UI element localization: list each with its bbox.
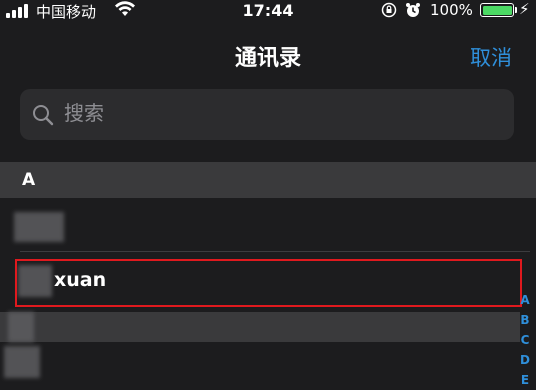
alarm-icon [406,3,420,17]
blurred-contact-name [8,312,34,342]
battery-percentage: 100% [430,1,473,19]
index-letter-d[interactable]: D [518,350,532,370]
alphabet-index[interactable]: A B C D E [518,290,532,390]
section-letter: A [22,170,36,190]
index-letter-c[interactable]: C [518,330,532,350]
page-title: 通讯录 [234,46,301,71]
battery-cap [515,7,517,13]
rotation-lock-icon [381,2,397,18]
battery-icon [480,3,514,17]
blurred-contact-name [14,212,64,242]
battery-fill [482,5,512,15]
index-letter-e[interactable]: E [518,370,532,390]
blurred-contact-name [4,346,40,378]
index-letter-b[interactable]: B [518,310,532,330]
section-header-a: A [0,162,536,198]
search-bar[interactable] [20,89,514,140]
contact-name: xuan [54,269,107,291]
status-bar: 中国移动 17:44 100% ⚡ [0,0,536,22]
contact-row[interactable] [0,342,520,382]
search-icon [33,105,54,126]
contact-row[interactable] [0,312,520,342]
index-letter-a[interactable]: A [518,290,532,310]
search-input[interactable] [62,100,466,126]
contact-row[interactable] [0,198,520,252]
row-divider [20,251,530,252]
charging-bolt-icon: ⚡ [519,0,530,18]
cancel-button[interactable]: 取消 [470,42,512,72]
